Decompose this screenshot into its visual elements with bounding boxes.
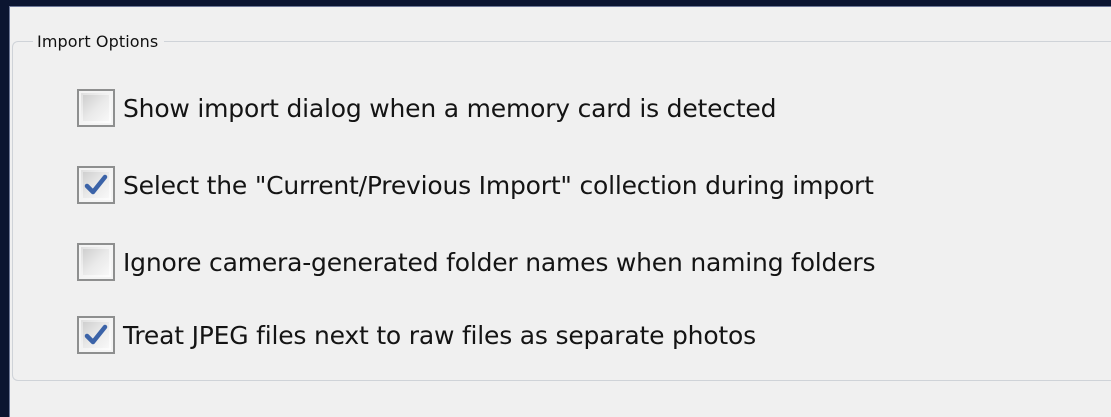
checkbox-fill [83,249,109,275]
option-label[interactable]: Ignore camera-generated folder names whe… [123,248,876,277]
option-select-current-previous-import[interactable]: Select the "Current/Previous Import" col… [77,163,874,207]
option-show-import-dialog[interactable]: Show import dialog when a memory card is… [77,86,776,130]
option-label[interactable]: Select the "Current/Previous Import" col… [123,171,874,200]
checkbox-fill [83,95,109,121]
checkmark-icon [84,174,108,195]
show-import-dialog-checkbox[interactable] [77,89,115,127]
option-ignore-camera-folder-names[interactable]: Ignore camera-generated folder names whe… [77,240,876,284]
checkmark-icon [84,324,108,345]
ignore-camera-folder-names-checkbox[interactable] [77,243,115,281]
option-treat-jpeg-separate[interactable]: Treat JPEG files next to raw files as se… [77,313,756,357]
option-label[interactable]: Show import dialog when a memory card is… [123,94,776,123]
option-label[interactable]: Treat JPEG files next to raw files as se… [123,321,756,350]
select-current-previous-import-checkbox[interactable] [77,166,115,204]
window-frame: Import Options Show import dialog when a… [0,0,1111,417]
treat-jpeg-separate-checkbox[interactable] [77,316,115,354]
group-title: Import Options [33,27,165,57]
